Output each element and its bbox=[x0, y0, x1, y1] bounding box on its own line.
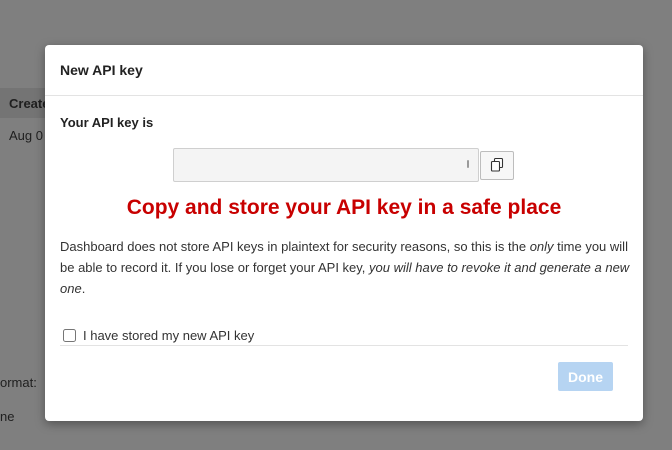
api-key-label: Your API key is bbox=[60, 115, 154, 130]
api-key-field-wrapper bbox=[173, 148, 479, 182]
stored-key-checkbox-row[interactable]: I have stored my new API key bbox=[63, 328, 254, 343]
api-key-description: Dashboard does not store API keys in pla… bbox=[60, 236, 630, 299]
modal-title: New API key bbox=[60, 62, 143, 78]
copy-button[interactable] bbox=[480, 150, 514, 180]
background-ne-label: ne bbox=[0, 409, 15, 424]
done-button[interactable]: Done bbox=[558, 362, 613, 391]
modal-header: New API key bbox=[45, 45, 643, 96]
description-only: only bbox=[529, 239, 554, 254]
background-format-label: ormat: bbox=[0, 375, 37, 390]
background-created-header: Create bbox=[9, 96, 50, 111]
stored-key-checkbox-label[interactable]: I have stored my new API key bbox=[83, 328, 254, 343]
description-part-1: Dashboard does not store API keys in pla… bbox=[60, 239, 530, 254]
background-date-cell: Aug 0 bbox=[9, 128, 43, 143]
api-key-scroll-indicator bbox=[467, 160, 469, 168]
new-api-key-modal: New API key Your API key is Copy and sto… bbox=[45, 45, 643, 421]
stored-key-checkbox[interactable] bbox=[63, 329, 76, 342]
safe-place-warning: Copy and store your API key in a safe pl… bbox=[126, 196, 562, 219]
copy-icon bbox=[490, 158, 504, 172]
api-key-row bbox=[173, 148, 514, 182]
api-key-field[interactable] bbox=[173, 148, 479, 182]
footer-divider bbox=[60, 345, 628, 346]
description-part-3: . bbox=[81, 281, 86, 296]
